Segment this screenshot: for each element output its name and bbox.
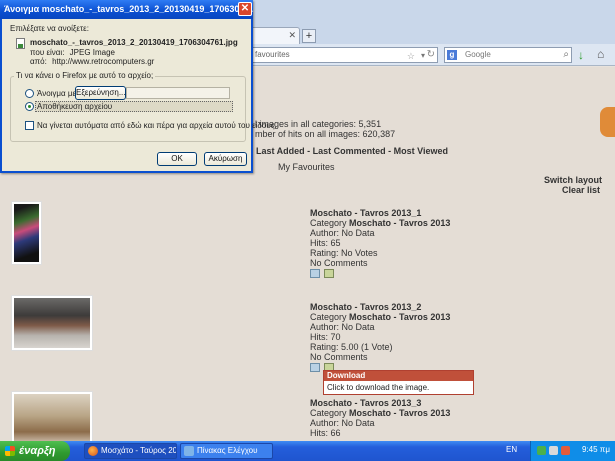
- category-link[interactable]: Moschato - Tavros 2013: [349, 218, 450, 228]
- open-with-field[interactable]: [126, 87, 230, 99]
- taskbar-item-label: Μοσχάτο - Ταύρος 20...: [101, 446, 177, 455]
- open-file-dialog: Άνοιγμα moschato_-_tavros_2013_2_2013041…: [0, 0, 277, 173]
- browse-button[interactable]: Εξερεύνηση...: [75, 86, 126, 100]
- file-type-label: που είναι:: [30, 48, 65, 57]
- thumbnail-2[interactable]: [11, 295, 93, 351]
- windows-taskbar: έναρξη Μοσχάτο - Ταύρος 20... Πίνακας Ελ…: [0, 441, 615, 461]
- search-bar[interactable]: g Google ⌕: [444, 47, 572, 63]
- open-with-radio[interactable]: [25, 89, 34, 98]
- entry-comments: No Comments: [310, 352, 368, 362]
- entry-comments: No Comments: [310, 258, 368, 268]
- dialog-intro: Επιλέξατε να ανοίξετε:: [10, 24, 89, 33]
- entry-title[interactable]: Moschato - Tavros 2013_3: [310, 398, 450, 408]
- tooltip-title: Download: [324, 371, 473, 381]
- entry-author: Author: No Data: [310, 228, 375, 238]
- entry-author: Author: No Data: [310, 322, 375, 332]
- save-file-label: Αποθήκευση αρχείου: [37, 102, 113, 111]
- entry-category: Category Moschato - Tavros 2013: [310, 408, 450, 418]
- category-link[interactable]: Moschato - Tavros 2013: [349, 408, 450, 418]
- save-file-radio[interactable]: [25, 102, 34, 111]
- reload-icon[interactable]: ↻: [427, 48, 435, 62]
- switch-layout-link[interactable]: Switch layout: [544, 175, 602, 185]
- cancel-button[interactable]: Ακύρωση: [204, 152, 247, 166]
- file-type-value: JPEG Image: [69, 48, 116, 57]
- home-icon[interactable]: ⌂: [597, 47, 604, 61]
- entry-author: Author: No Data: [310, 418, 375, 428]
- bookmark-star-icon[interactable]: ☆: [407, 49, 415, 62]
- control-panel-icon: [184, 446, 194, 456]
- entry-actions: [310, 269, 450, 280]
- thumbnail-1[interactable]: [11, 201, 42, 265]
- start-label: έναρξη: [19, 445, 56, 457]
- favourite-icon[interactable]: [310, 269, 320, 278]
- image-entry-1: Moschato - Tavros 2013_1 Category Moscha…: [310, 208, 450, 280]
- address-text: favourites: [255, 50, 290, 59]
- entry-rating: Rating: No Votes: [310, 248, 378, 258]
- taskbar-item-control-panel[interactable]: Πίνακας Ελέγχου: [180, 443, 273, 459]
- downloads-icon[interactable]: ↓: [578, 48, 584, 62]
- entry-hits: Hits: 70: [310, 332, 341, 342]
- category-label: Category: [310, 218, 347, 228]
- history-dropdown-icon[interactable]: ▾: [421, 49, 425, 62]
- volume-icon[interactable]: [549, 446, 558, 455]
- browser-tab[interactable]: ✕: [250, 27, 300, 44]
- start-button[interactable]: έναρξη: [0, 441, 70, 461]
- search-icon[interactable]: ⌕: [563, 48, 569, 62]
- language-indicator[interactable]: EN: [506, 445, 517, 454]
- stat-hits: mber of hits on all images: 620,387: [255, 129, 396, 139]
- download-icon[interactable]: [324, 269, 334, 278]
- file-source-label: από:: [30, 57, 47, 66]
- tab-close-icon[interactable]: ✕: [288, 30, 296, 41]
- favourite-icon[interactable]: [310, 363, 320, 372]
- security-icon[interactable]: [561, 446, 570, 455]
- open-with-label: Άνοιγμα με: [37, 89, 77, 98]
- address-bar[interactable]: favourites ☆ ▾ ↻: [252, 47, 438, 63]
- file-type-row: που είναι: JPEG Image: [30, 48, 115, 57]
- taskbar-item-label: Πίνακας Ελέγχου: [197, 446, 258, 455]
- taskbar-item-firefox[interactable]: Μοσχάτο - Ταύρος 20...: [84, 443, 177, 459]
- firefox-icon: [88, 446, 98, 456]
- entry-hits: Hits: 66: [310, 428, 341, 438]
- entry-title[interactable]: Moschato - Tavros 2013_1: [310, 208, 450, 218]
- search-input[interactable]: Google: [465, 50, 491, 59]
- file-source-row: από: http://www.retrocomputers.gr: [30, 57, 154, 66]
- clock: 9:45 πμ: [582, 445, 610, 454]
- dialog-title[interactable]: Άνοιγμα moschato_-_tavros_2013_2_2013041…: [0, 0, 253, 19]
- new-tab-button[interactable]: +: [302, 29, 316, 43]
- dialog-close-icon[interactable]: ✕: [238, 2, 252, 16]
- category-label: Category: [310, 312, 347, 322]
- action-question: Τι να κάνει ο Firefox με αυτό το αρχείο;: [14, 71, 156, 80]
- network-icon[interactable]: [537, 446, 546, 455]
- file-name: moschato_-_tavros_2013_2_20130419_170630…: [30, 38, 238, 47]
- windows-logo-icon: [5, 446, 15, 456]
- entry-category: Category Moschato - Tavros 2013: [310, 218, 450, 228]
- category-link[interactable]: Moschato - Tavros 2013: [349, 312, 450, 322]
- scroll-knob[interactable]: [600, 107, 615, 137]
- jpeg-file-icon: [16, 38, 25, 49]
- file-source-value: http://www.retrocomputers.gr: [52, 57, 155, 66]
- clear-list-link[interactable]: Clear list: [562, 185, 600, 195]
- entry-category: Category Moschato - Tavros 2013: [310, 312, 450, 322]
- image-entry-2: Moschato - Tavros 2013_2 Category Moscha…: [310, 302, 450, 374]
- tooltip-text: Click to download the image.: [327, 383, 430, 392]
- download-tooltip: Download Click to download the image.: [323, 370, 474, 395]
- ok-button[interactable]: OK: [157, 152, 197, 166]
- entry-title[interactable]: Moschato - Tavros 2013_2: [310, 302, 450, 312]
- google-icon[interactable]: g: [447, 50, 457, 60]
- auto-action-checkbox[interactable]: [25, 121, 34, 130]
- menu-links[interactable]: Last Added - Last Commented - Most Viewe…: [256, 146, 448, 156]
- thumbnail-3[interactable]: [11, 391, 93, 441]
- auto-action-label: Να γίνεται αυτόματα από εδώ και πέρα για…: [37, 121, 277, 130]
- category-label: Category: [310, 408, 347, 418]
- entry-rating: Rating: 5.00 (1 Vote): [310, 342, 393, 352]
- entry-hits: Hits: 65: [310, 238, 341, 248]
- image-entry-3: Moschato - Tavros 2013_3 Category Moscha…: [310, 398, 450, 438]
- my-favourites-heading: My Favourites: [278, 162, 335, 172]
